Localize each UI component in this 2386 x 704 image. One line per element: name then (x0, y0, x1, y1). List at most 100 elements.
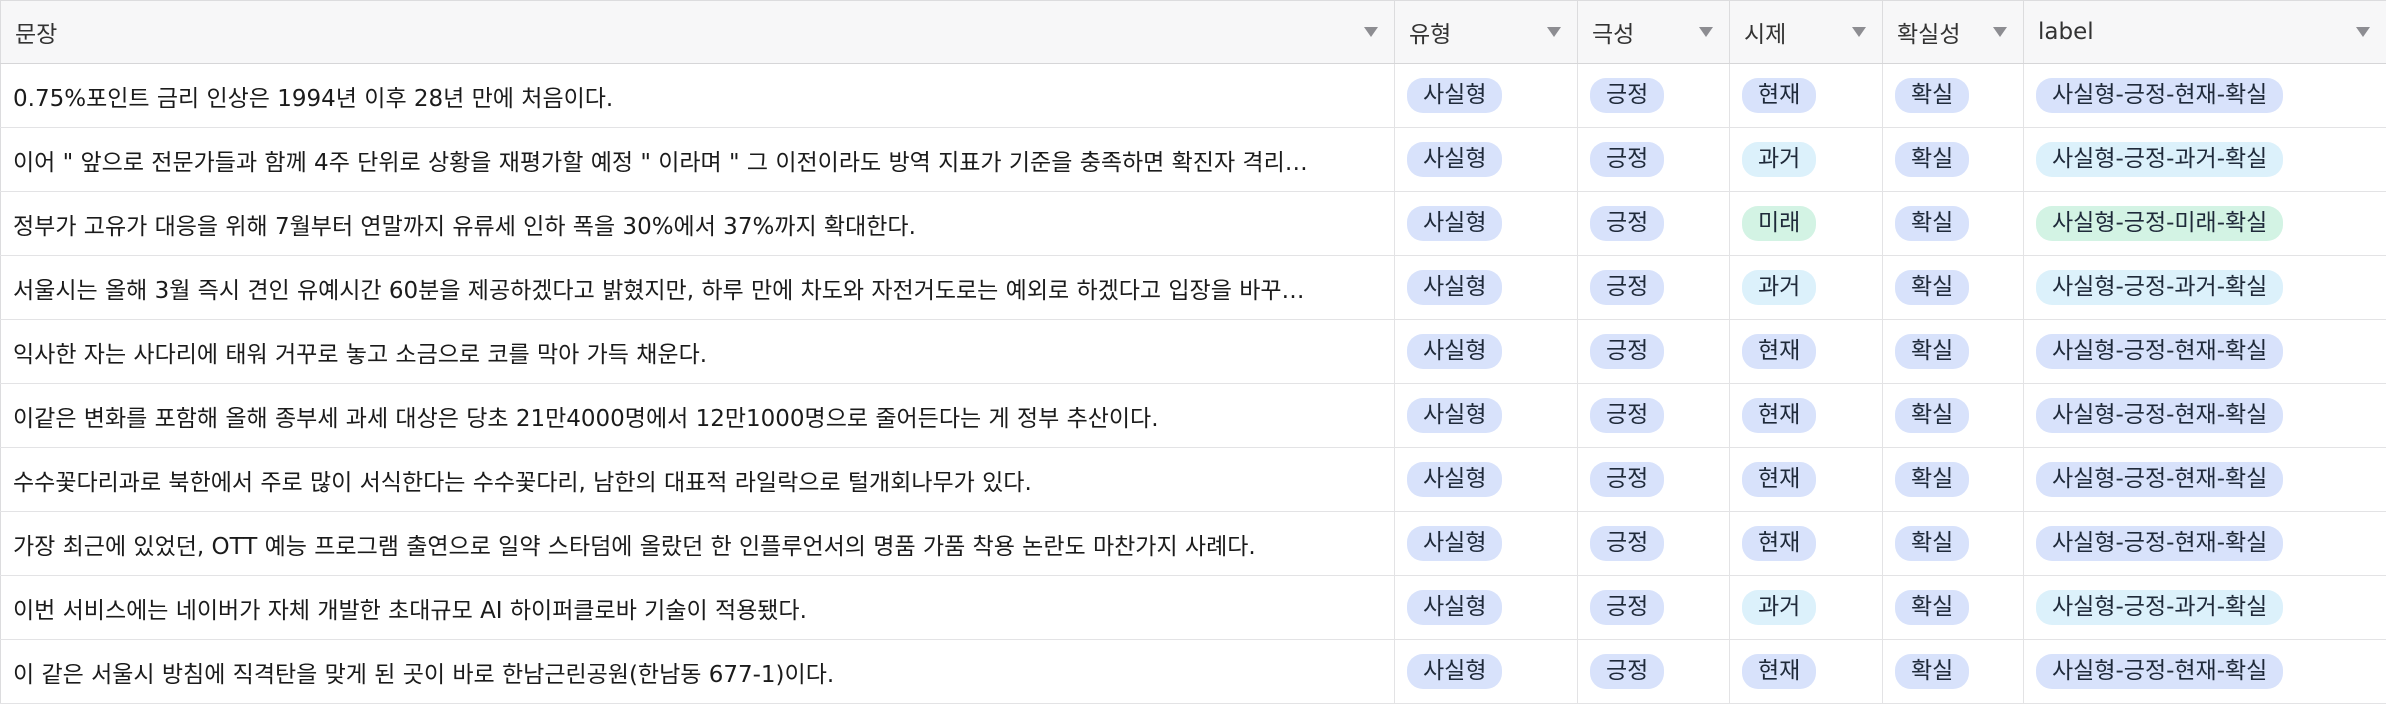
dropdown-arrow-icon[interactable] (1699, 27, 1713, 37)
certainty-cell[interactable]: 확실 (1882, 319, 2024, 384)
label-cell[interactable]: 사실형-긍정-현재-확실 (2023, 639, 2386, 704)
sentence-cell[interactable]: 이 같은 서울시 방침에 직격탄을 맞게 된 곳이 바로 한남근린공원(한남동 … (0, 639, 1395, 704)
certainty-tag: 확실 (1895, 398, 1970, 433)
certainty-cell[interactable]: 확실 (1882, 383, 2024, 448)
type-tag: 사실형 (1407, 334, 1503, 369)
polarity-cell[interactable]: 긍정 (1577, 575, 1730, 640)
tense-tag: 과거 (1742, 590, 1817, 625)
type-cell[interactable]: 사실형 (1394, 255, 1578, 320)
type-cell[interactable]: 사실형 (1394, 127, 1578, 192)
table-row[interactable]: 서울시는 올해 3월 즉시 견인 유예시간 60분을 제공하겠다고 밝혔지만, … (0, 255, 2386, 320)
polarity-cell[interactable]: 긍정 (1577, 383, 1730, 448)
certainty-cell[interactable]: 확실 (1882, 63, 2024, 128)
label-tag: 사실형-긍정-현재-확실 (2036, 334, 2284, 369)
type-tag: 사실형 (1407, 398, 1503, 433)
label-cell[interactable]: 사실형-긍정-현재-확실 (2023, 511, 2386, 576)
column-header-type[interactable]: 유형 (1394, 0, 1578, 64)
dropdown-arrow-icon[interactable] (2356, 27, 2370, 37)
table-row[interactable]: 이어 " 앞으로 전문가들과 함께 4주 단위로 상황을 재평가할 예정 " 이… (0, 127, 2386, 192)
certainty-cell[interactable]: 확실 (1882, 639, 2024, 704)
tense-cell[interactable]: 과거 (1729, 255, 1883, 320)
label-cell[interactable]: 사실형-긍정-현재-확실 (2023, 63, 2386, 128)
type-cell[interactable]: 사실형 (1394, 511, 1578, 576)
type-cell[interactable]: 사실형 (1394, 447, 1578, 512)
type-cell[interactable]: 사실형 (1394, 191, 1578, 256)
tense-cell[interactable]: 현재 (1729, 383, 1883, 448)
column-header-certainty[interactable]: 확실성 (1882, 0, 2024, 64)
header-row: 문장 유형 극성 시제 확실성 label (0, 0, 2386, 64)
certainty-cell[interactable]: 확실 (1882, 447, 2024, 512)
tense-cell[interactable]: 현재 (1729, 447, 1883, 512)
column-header-label[interactable]: label (2023, 0, 2386, 64)
tense-cell[interactable]: 현재 (1729, 319, 1883, 384)
label-cell[interactable]: 사실형-긍정-미래-확실 (2023, 191, 2386, 256)
sentence-cell[interactable]: 수수꽃다리과로 북한에서 주로 많이 서식한다는 수수꽃다리, 남한의 대표적 … (0, 447, 1395, 512)
sentence-cell[interactable]: 이번 서비스에는 네이버가 자체 개발한 초대규모 AI 하이퍼클로바 기술이 … (0, 575, 1395, 640)
type-cell[interactable]: 사실형 (1394, 639, 1578, 704)
tense-cell[interactable]: 현재 (1729, 511, 1883, 576)
tense-tag: 현재 (1742, 462, 1817, 497)
label-tag: 사실형-긍정-현재-확실 (2036, 78, 2284, 113)
label-tag: 사실형-긍정-현재-확실 (2036, 398, 2284, 433)
sentence-cell[interactable]: 익사한 자는 사다리에 태워 거꾸로 놓고 소금으로 코를 막아 가득 채운다. (0, 319, 1395, 384)
column-header-label: 극성 (1592, 22, 1635, 48)
column-header-tense[interactable]: 시제 (1729, 0, 1883, 64)
polarity-tag: 긍정 (1590, 206, 1665, 241)
sentence-cell[interactable]: 이같은 변화를 포함해 올해 종부세 과세 대상은 당초 21만4000명에서 … (0, 383, 1395, 448)
polarity-cell[interactable]: 긍정 (1577, 255, 1730, 320)
label-tag: 사실형-긍정-현재-확실 (2036, 462, 2284, 497)
table-row[interactable]: 0.75%포인트 금리 인상은 1994년 이후 28년 만에 처음이다. 사실형… (0, 63, 2386, 128)
table-row[interactable]: 정부가 고유가 대응을 위해 7월부터 연말까지 유류세 인하 폭을 30%에서… (0, 191, 2386, 256)
table-row[interactable]: 이번 서비스에는 네이버가 자체 개발한 초대규모 AI 하이퍼클로바 기술이 … (0, 575, 2386, 640)
type-tag: 사실형 (1407, 142, 1503, 177)
table-row[interactable]: 수수꽃다리과로 북한에서 주로 많이 서식한다는 수수꽃다리, 남한의 대표적 … (0, 447, 2386, 512)
certainty-cell[interactable]: 확실 (1882, 255, 2024, 320)
tense-cell[interactable]: 현재 (1729, 63, 1883, 128)
type-cell[interactable]: 사실형 (1394, 319, 1578, 384)
polarity-cell[interactable]: 긍정 (1577, 63, 1730, 128)
label-cell[interactable]: 사실형-긍정-과거-확실 (2023, 575, 2386, 640)
label-cell[interactable]: 사실형-긍정-현재-확실 (2023, 447, 2386, 512)
certainty-cell[interactable]: 확실 (1882, 191, 2024, 256)
table-row[interactable]: 이같은 변화를 포함해 올해 종부세 과세 대상은 당초 21만4000명에서 … (0, 383, 2386, 448)
table-header: 문장 유형 극성 시제 확실성 label (0, 0, 2386, 64)
tense-cell[interactable]: 과거 (1729, 575, 1883, 640)
label-cell[interactable]: 사실형-긍정-현재-확실 (2023, 319, 2386, 384)
sentence-cell[interactable]: 이어 " 앞으로 전문가들과 함께 4주 단위로 상황을 재평가할 예정 " 이… (0, 127, 1395, 192)
polarity-cell[interactable]: 긍정 (1577, 127, 1730, 192)
tense-tag: 과거 (1742, 270, 1817, 305)
type-cell[interactable]: 사실형 (1394, 383, 1578, 448)
type-cell[interactable]: 사실형 (1394, 63, 1578, 128)
column-header-label: label (2038, 19, 2094, 46)
tense-cell[interactable]: 현재 (1729, 639, 1883, 704)
polarity-cell[interactable]: 긍정 (1577, 639, 1730, 704)
certainty-cell[interactable]: 확실 (1882, 511, 2024, 576)
certainty-tag: 확실 (1895, 654, 1970, 689)
tense-cell[interactable]: 미래 (1729, 191, 1883, 256)
table-row[interactable]: 가장 최근에 있었던, OTT 예능 프로그램 출연으로 일약 스타덤에 올랐던… (0, 511, 2386, 576)
certainty-cell[interactable]: 확실 (1882, 575, 2024, 640)
tense-cell[interactable]: 과거 (1729, 127, 1883, 192)
polarity-cell[interactable]: 긍정 (1577, 447, 1730, 512)
label-cell[interactable]: 사실형-긍정-과거-확실 (2023, 255, 2386, 320)
label-cell[interactable]: 사실형-긍정-현재-확실 (2023, 383, 2386, 448)
sentence-cell[interactable]: 가장 최근에 있었던, OTT 예능 프로그램 출연으로 일약 스타덤에 올랐던… (0, 511, 1395, 576)
dropdown-arrow-icon[interactable] (1364, 27, 1378, 37)
sentence-cell[interactable]: 정부가 고유가 대응을 위해 7월부터 연말까지 유류세 인하 폭을 30%에서… (0, 191, 1395, 256)
dropdown-arrow-icon[interactable] (1852, 27, 1866, 37)
table-row[interactable]: 익사한 자는 사다리에 태워 거꾸로 놓고 소금으로 코를 막아 가득 채운다.… (0, 319, 2386, 384)
column-header-sentence[interactable]: 문장 (0, 0, 1395, 64)
table-row[interactable]: 이 같은 서울시 방침에 직격탄을 맞게 된 곳이 바로 한남근린공원(한남동 … (0, 639, 2386, 704)
dropdown-arrow-icon[interactable] (1547, 27, 1561, 37)
sentence-cell[interactable]: 0.75%포인트 금리 인상은 1994년 이후 28년 만에 처음이다. (0, 63, 1395, 128)
polarity-cell[interactable]: 긍정 (1577, 511, 1730, 576)
polarity-cell[interactable]: 긍정 (1577, 191, 1730, 256)
label-tag: 사실형-긍정-현재-확실 (2036, 654, 2284, 689)
sentence-cell[interactable]: 서울시는 올해 3월 즉시 견인 유예시간 60분을 제공하겠다고 밝혔지만, … (0, 255, 1395, 320)
dropdown-arrow-icon[interactable] (1993, 27, 2007, 37)
type-cell[interactable]: 사실형 (1394, 575, 1578, 640)
certainty-cell[interactable]: 확실 (1882, 127, 2024, 192)
polarity-cell[interactable]: 긍정 (1577, 319, 1730, 384)
column-header-polarity[interactable]: 극성 (1577, 0, 1730, 64)
label-cell[interactable]: 사실형-긍정-과거-확실 (2023, 127, 2386, 192)
